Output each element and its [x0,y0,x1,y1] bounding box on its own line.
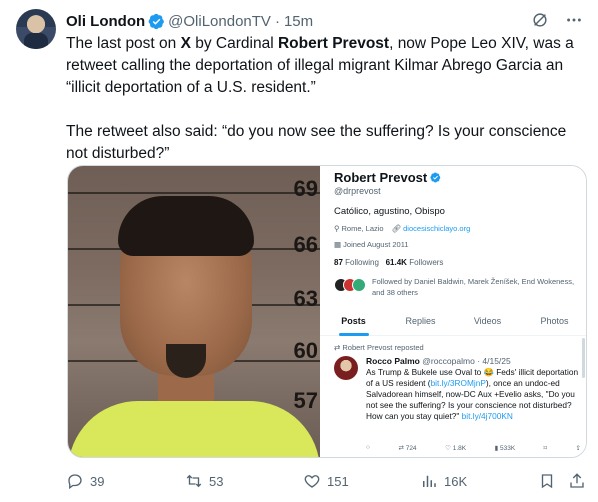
tab-replies: Replies [405,316,436,326]
retweet-header: Rocco Palmo @roccopalmo · 4/15/25 [366,356,511,366]
profile-handle: @drprevost [334,186,381,196]
height-mark: 57 [293,388,318,413]
tab-photos: Photos [540,316,569,326]
profile-name: Robert Prevost [334,170,428,185]
tweet[interactable]: Oli London @OliLondonTV · 15m The last p… [0,0,598,502]
retweet-like-count: ♡ 1.8K [445,445,467,452]
tweet-actions: 39 53 151 16K [66,468,586,494]
height-mark: 60 [293,338,318,363]
view-count: 16K [444,473,468,489]
followed-by: Followed by Daniel Baldwin, Marek Ženíše… [334,276,584,300]
retweet-actions: ○ ⇄ 724 ♡ 1.8K ▮ 533K ⌑ ⇪ [366,444,581,452]
views-button[interactable]: 16K [420,472,467,490]
scrollbar [582,338,585,378]
retweet-reply-icon: ○ [366,444,370,451]
tab-posts: Posts [320,312,387,335]
mention-x: X [180,35,191,52]
repost-count: 53 [209,473,224,489]
bookmark-icon [541,474,553,489]
repost-indicator: ⇄ Robert Prevost reposted [334,343,424,352]
tab-videos: Videos [473,316,502,326]
like-icon [304,475,320,488]
calendar-icon: ▦ [334,240,344,249]
reply-count: 39 [90,473,105,489]
profile-bio: Católico, agustino, Obispo [334,206,445,217]
profile-name-row: Robert Prevost [334,170,441,185]
followed-by-text: Followed by Daniel Baldwin, Marek Ženíše… [372,277,575,297]
tweet-text: The last post on X by Cardinal Robert Pr… [66,33,576,165]
retweet-repost-count: ⇄ 724 [398,445,417,452]
tweet-header: Oli London @OliLondonTV · 15m [66,10,584,32]
reply-icon [68,474,82,490]
header-actions [530,10,584,30]
bookmark-button[interactable] [538,472,556,490]
profile-follow-counts: 87 Following 61.4K Followers [334,258,444,267]
retweet-share-icon: ⇪ [575,445,581,452]
link-icon: 🔗︎ [391,224,402,233]
height-mark: 66 [293,232,318,257]
grok-icon[interactable] [530,10,550,30]
profile-verified-icon [430,172,441,183]
profile-screenshot[interactable]: Robert Prevost @drprevost Católico, agus… [320,166,586,457]
height-mark: 69 [293,176,318,201]
profile-meta: ⚲ Rome, Lazio 🔗︎ diocesischiclayo.org [334,224,470,233]
verified-badge-icon[interactable] [148,13,165,30]
retweet-bookmark-icon: ⌑ [543,445,547,452]
share-icon [570,473,584,488]
author-name[interactable]: Oli London [66,13,145,30]
tweet-paragraph-1: The last post on X by Cardinal Robert Pr… [66,35,574,96]
reply-button[interactable]: 39 [66,472,104,490]
more-icon[interactable] [564,10,584,30]
separator-dot: · [274,12,280,30]
repost-button[interactable]: 53 [185,472,223,490]
share-button[interactable] [568,472,586,490]
mugshot-photo[interactable]: 69 66 63 60 57 [68,166,320,457]
author-avatar[interactable] [16,9,56,49]
profile-joined: ▦ Joined August 2011 [334,240,409,249]
location-icon: ⚲ [334,224,340,233]
tweet-media[interactable]: 69 66 63 60 57 Robert Prevost @drprevost… [67,165,587,458]
views-icon [423,475,436,487]
retweet-view-count: ▮ 533K [494,445,516,452]
height-mark: 63 [293,286,318,311]
author-handle[interactable]: @OliLondonTV [168,13,271,30]
profile-website: diocesischiclayo.org [403,224,471,233]
retweet-text: As Trump & Bukele use Oval to 😂 Feds' il… [366,367,579,421]
timestamp[interactable]: 15m [284,13,313,30]
mention-name: Robert Prevost [277,35,390,52]
like-button[interactable]: 151 [303,472,349,490]
profile-location: Rome, Lazio [341,224,384,233]
tweet-paragraph-2: The retweet also said: “do you now see t… [66,123,567,162]
repost-icon [186,474,202,488]
like-count: 151 [327,473,349,489]
profile-tabs: Posts Replies Videos Photos [320,312,586,336]
retweet-author-avatar [334,356,358,380]
